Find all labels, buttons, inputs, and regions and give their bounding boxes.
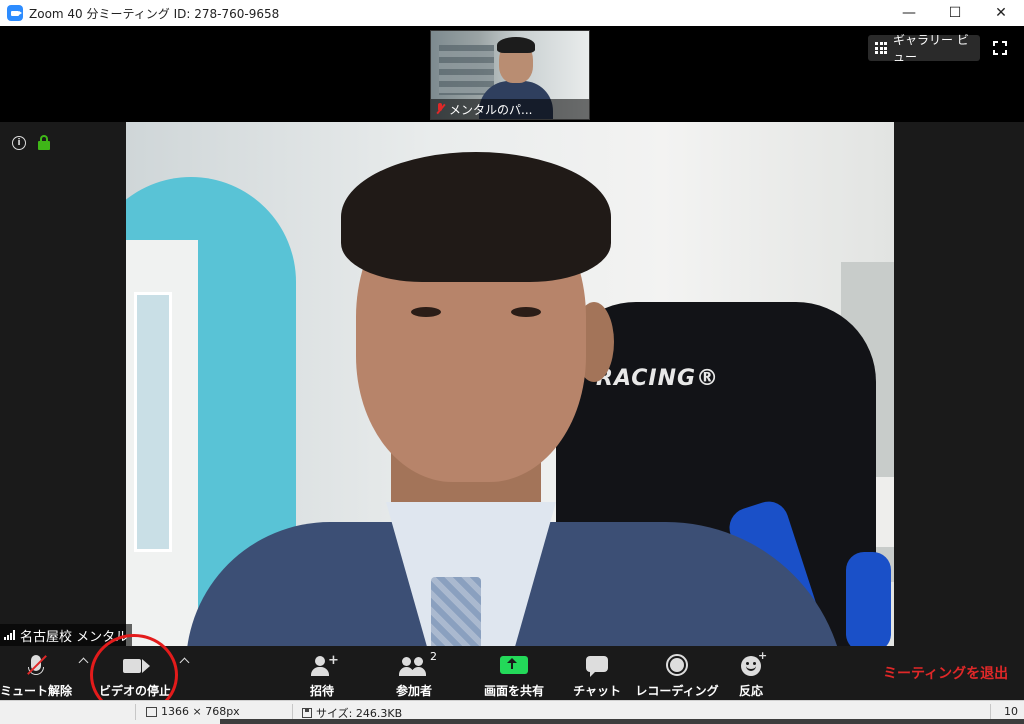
floppy-icon: [302, 708, 312, 718]
stop-video-button[interactable]: ビデオの停止: [96, 646, 174, 700]
reactions-label: 反応: [738, 684, 763, 698]
record-button[interactable]: レコーディング: [635, 646, 719, 700]
video-options-chevron-icon[interactable]: [180, 656, 190, 666]
thumbnail-name: メンタルのパ...: [449, 102, 533, 117]
zoom-window: Zoom 40 分ミーティング ID: 278-760-9658 — ☐ ✕ メ…: [0, 0, 1024, 724]
participants-label: 参加者: [395, 684, 432, 698]
close-button[interactable]: ✕: [978, 0, 1024, 26]
image-dimensions: 1366 × 768px: [146, 705, 240, 718]
chat-icon: [577, 650, 617, 680]
unmute-label: ミュート解除: [0, 684, 73, 698]
participant-thumbnail[interactable]: メンタルのパ...: [430, 30, 590, 120]
window-controls: — ☐ ✕: [886, 0, 1024, 26]
chair-logo: RACING®: [596, 366, 720, 391]
add-person-icon: +: [302, 650, 342, 680]
grid-icon: [875, 42, 887, 54]
muted-mic-icon: [16, 650, 56, 680]
participants-button[interactable]: 2 参加者: [390, 646, 438, 700]
fullscreen-icon[interactable]: [993, 41, 1007, 55]
taskbar-strip: [220, 719, 1024, 724]
title-bar: Zoom 40 分ミーティング ID: 278-760-9658 — ☐ ✕: [0, 0, 1024, 26]
gallery-view-label: ギャラリー ビュー: [893, 33, 969, 64]
muted-mic-icon: [435, 103, 445, 115]
invite-button[interactable]: + 招待: [302, 646, 342, 700]
stop-video-label: ビデオの停止: [98, 684, 171, 698]
participants-icon: 2: [394, 650, 437, 680]
main-video: RACING®: [126, 122, 894, 646]
reactions-button[interactable]: + 反応: [731, 646, 771, 700]
minimize-button[interactable]: —: [886, 0, 932, 26]
lock-icon[interactable]: [38, 135, 50, 151]
audio-options-chevron-icon[interactable]: [79, 656, 89, 666]
share-screen-label: 画面を共有: [483, 684, 544, 698]
participants-count: 2: [430, 650, 437, 663]
thumbnail-label: メンタルのパ...: [431, 99, 589, 119]
speaker-name: 名古屋校 メンタル: [20, 629, 129, 645]
dimensions-text: 1366 × 768px: [161, 705, 240, 718]
invite-label: 招待: [309, 684, 334, 698]
signal-icon: [4, 630, 15, 640]
unmute-button[interactable]: ミュート解除: [0, 646, 72, 700]
meeting-toolbar: ミュート解除 ビデオの停止 + 招待 2 参加者 画面を共有 チャット レコーデ…: [0, 646, 1024, 700]
share-screen-icon: [494, 650, 534, 680]
share-screen-button[interactable]: 画面を共有: [478, 646, 550, 700]
video-camera-icon: [115, 650, 155, 680]
chat-label: チャット: [573, 684, 621, 698]
zoom-app-icon: [7, 5, 23, 21]
gallery-view-button[interactable]: ギャラリー ビュー: [868, 33, 980, 64]
speaker-name-label: 名古屋校 メンタル: [0, 624, 133, 646]
record-icon: [657, 650, 697, 680]
chat-button[interactable]: チャット: [573, 646, 621, 700]
info-icon[interactable]: i: [12, 136, 26, 150]
dimensions-icon: [146, 706, 157, 717]
leave-meeting-button[interactable]: ミーティングを退出: [883, 663, 1008, 683]
window-title: Zoom 40 分ミーティング ID: 278-760-9658: [29, 6, 280, 21]
record-label: レコーディング: [635, 684, 719, 698]
zoom-level: 10: [1004, 705, 1018, 718]
maximize-button[interactable]: ☐: [932, 0, 978, 26]
smiley-icon: +: [731, 649, 771, 680]
